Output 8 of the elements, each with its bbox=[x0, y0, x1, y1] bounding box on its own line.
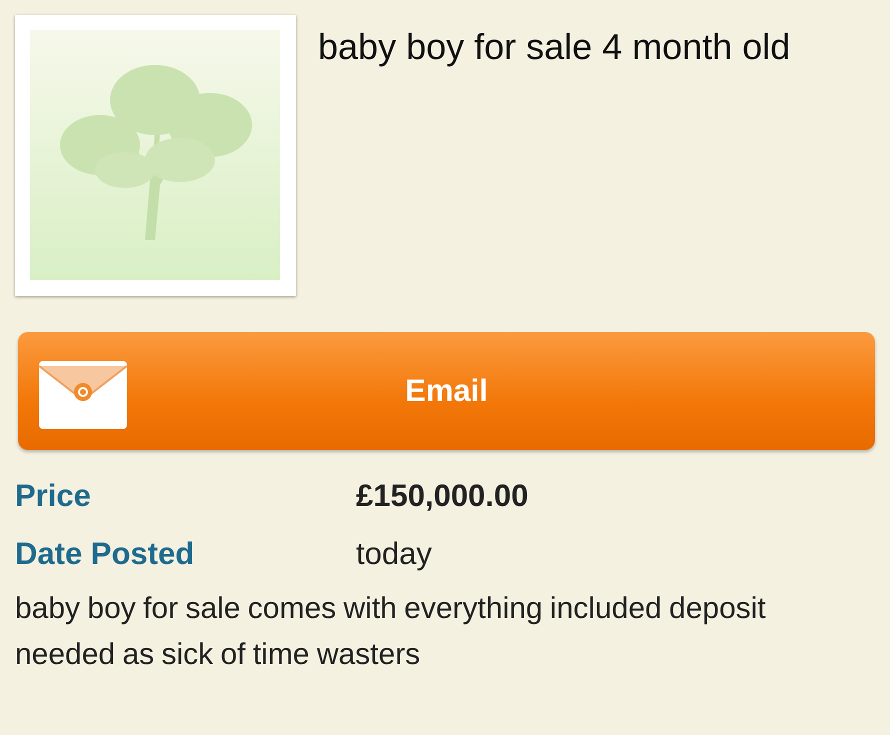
detail-label: Price bbox=[15, 478, 92, 514]
description: baby boy for sale comes with everything included deposit needed as sick of time wasters bbox=[15, 591, 767, 673]
envelope-icon bbox=[38, 360, 128, 430]
listing-title: baby boy for sale 4 month old bbox=[318, 25, 792, 69]
detail-value: today bbox=[356, 536, 432, 572]
detail-value: £150,000.00 bbox=[356, 478, 528, 514]
detail-label: Date Posted bbox=[15, 536, 196, 572]
email-button[interactable]: Email bbox=[18, 332, 875, 450]
